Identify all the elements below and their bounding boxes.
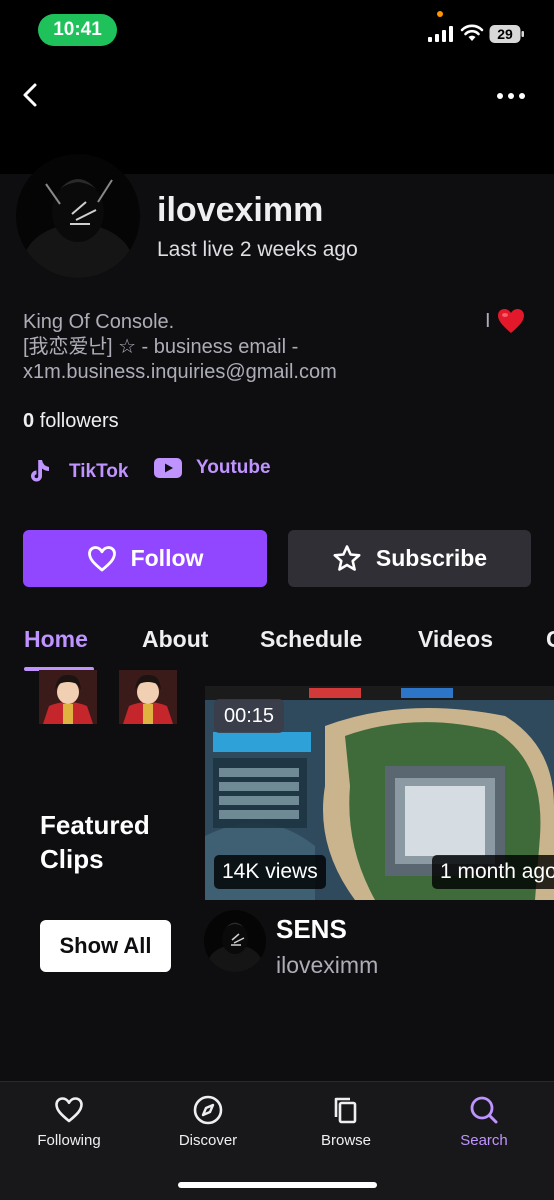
follow-button[interactable]: Follow	[23, 530, 267, 587]
wifi-icon	[460, 24, 484, 41]
battery-level: 29	[497, 26, 513, 42]
show-all-button[interactable]: Show All	[40, 920, 171, 972]
heart-icon	[55, 1097, 83, 1123]
followers-label: followers	[39, 410, 119, 432]
channel-avatar[interactable]	[16, 154, 140, 278]
nav-browse-label: Browse	[320, 1132, 372, 1149]
back-button[interactable]	[16, 80, 46, 110]
nav-following-label: Following	[37, 1132, 101, 1149]
browse-icon	[334, 1097, 357, 1124]
followers-number: 0	[23, 410, 35, 432]
status-bar: 10:41 29	[0, 0, 554, 62]
nav-browse[interactable]: Browse	[296, 1094, 396, 1149]
search-icon	[470, 1096, 498, 1124]
tab-schedule[interactable]: Schedule	[260, 626, 362, 653]
featured-clips-title: Featured Clips	[40, 810, 150, 874]
heart-outline-icon	[87, 545, 116, 571]
compass-icon	[193, 1095, 223, 1125]
star-outline-icon	[333, 544, 361, 571]
emote-image[interactable]	[119, 670, 177, 724]
youtube-icon	[154, 458, 182, 478]
channel-name: iloveximm	[157, 191, 324, 229]
cellular-signal-icon	[428, 26, 453, 42]
tab-home[interactable]: Home	[24, 626, 88, 653]
social-label-youtube: Youtube	[196, 457, 271, 478]
social-link-youtube[interactable]: Youtube	[154, 457, 271, 479]
status-time: 10:41	[38, 14, 117, 46]
clip-title[interactable]: SENS	[276, 914, 347, 945]
more-options-button[interactable]	[494, 84, 528, 108]
emote-image[interactable]	[39, 670, 97, 724]
nav-search[interactable]: Search	[434, 1094, 534, 1149]
tab-videos[interactable]: Videos	[418, 626, 493, 653]
last-live-status: Last live 2 weeks ago	[157, 238, 358, 261]
bio-text-right: I	[485, 310, 491, 332]
subscribe-button-label: Subscribe	[375, 545, 488, 571]
privacy-indicator-dot	[437, 11, 443, 17]
tab-clips-partial[interactable]: C	[546, 626, 554, 653]
tab-about[interactable]: About	[142, 626, 208, 653]
nav-following[interactable]: Following	[19, 1094, 119, 1149]
clip-channel-name[interactable]: iloveximm	[276, 952, 378, 979]
followers-count[interactable]: 0 followers	[23, 410, 119, 433]
home-indicator	[178, 1182, 377, 1188]
red-heart-emoji-icon	[498, 309, 524, 333]
channel-bio: King Of Console. [我恋爱난] ☆ - business ema…	[23, 311, 337, 383]
subscribe-button[interactable]: Subscribe	[288, 530, 531, 587]
social-link-tiktok[interactable]: TikTok	[25, 457, 128, 487]
battery-icon: 29	[489, 25, 524, 43]
nav-discover-label: Discover	[178, 1132, 238, 1149]
clip-age-badge: 1 month ago	[432, 855, 554, 889]
follow-button-label: Follow	[130, 545, 204, 571]
clip-channel-avatar[interactable]	[204, 910, 266, 972]
clip-views-badge: 14K views	[214, 855, 326, 889]
tiktok-icon	[31, 460, 49, 482]
social-label-tiktok: TikTok	[69, 461, 129, 482]
channel-tabs: Home About Schedule Videos C	[0, 616, 554, 672]
nav-discover[interactable]: Discover	[158, 1094, 258, 1149]
nav-search-label: Search	[460, 1132, 508, 1149]
clip-duration-badge: 00:15	[214, 699, 284, 733]
